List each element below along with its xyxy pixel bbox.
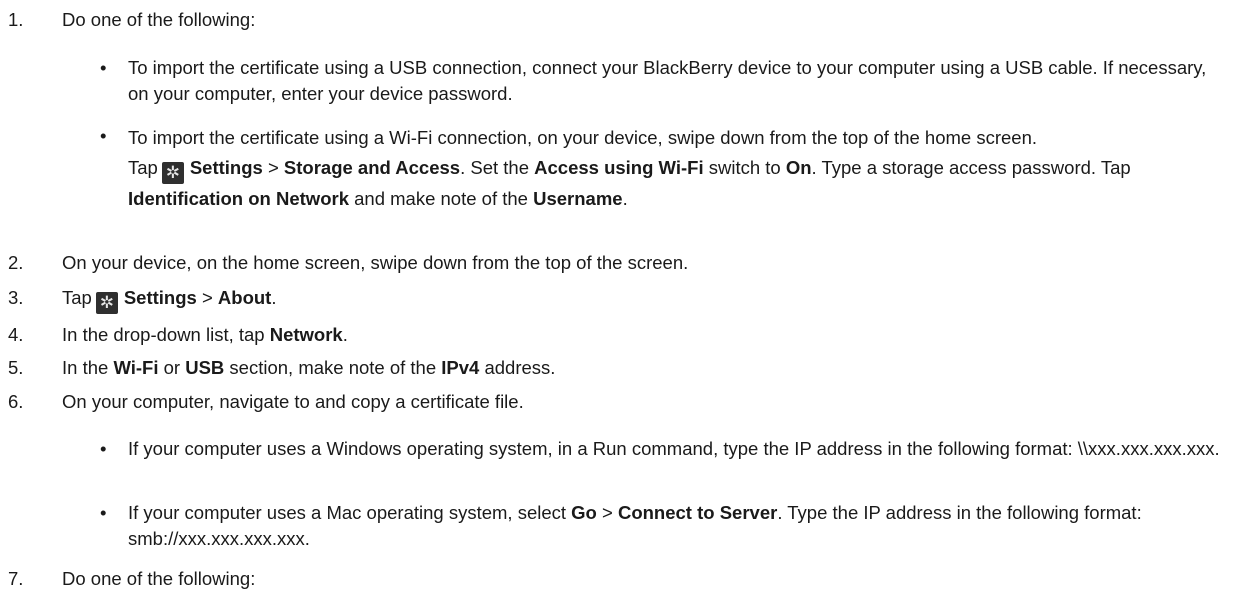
text-tap: Tap — [62, 287, 92, 308]
about-label: About — [217, 287, 272, 308]
go-label: Go — [571, 502, 597, 523]
step-number: 4. — [8, 324, 24, 345]
step-text: In the drop-down list, tap Network. — [62, 322, 348, 348]
ipv4-label: IPv4 — [441, 357, 480, 378]
period: . — [622, 188, 628, 209]
text-or: or — [163, 357, 181, 378]
text-dropdown: In the drop-down list, tap — [62, 324, 265, 345]
text-section: section, make note of the — [229, 357, 437, 378]
text-make-note: and make note of the — [354, 188, 528, 209]
step-number: 3. — [8, 287, 24, 308]
username-label: Username — [533, 188, 623, 209]
step-number: 5. — [8, 357, 24, 378]
gear-icon: ✲ — [161, 162, 184, 184]
storage-access-label: Storage and Access — [283, 157, 461, 178]
bullet-text: If your computer uses a Windows operatin… — [128, 438, 1220, 459]
text-tap: Tap — [128, 157, 158, 178]
settings-label: Settings — [123, 287, 197, 308]
path-separator: > — [267, 157, 279, 178]
step-text: In the Wi-Fi or USB section, make note o… — [62, 355, 555, 381]
period: . — [342, 324, 348, 345]
network-label: Network — [269, 324, 343, 345]
bullet-line: To import the certificate using a Wi-Fi … — [128, 127, 1037, 148]
bullet-text: To import the certificate using a Wi-Fi … — [128, 123, 1228, 214]
instruction-document: 1. Do one of the following: • To import … — [0, 0, 1254, 590]
step-number: 6. — [8, 391, 24, 412]
text-in-the: In the — [62, 357, 109, 378]
gear-icon: ✲ — [95, 292, 118, 314]
bullet-marker: • — [100, 502, 107, 523]
step-number: 1. — [8, 9, 24, 30]
bullet-marker: • — [100, 125, 107, 146]
text-switch-to: switch to — [708, 157, 781, 178]
text-address: address. — [484, 357, 556, 378]
step-text: On your device, on the home screen, swip… — [62, 252, 689, 273]
bullet-text: To import the certificate using a USB co… — [128, 57, 1207, 104]
wifi-label: Wi-Fi — [113, 357, 159, 378]
bullet-marker: • — [100, 57, 107, 78]
connect-to-server-label: Connect to Server — [617, 502, 778, 523]
bullet-marker: • — [100, 438, 107, 459]
settings-label: Settings — [189, 157, 263, 178]
access-wifi-label: Access using Wi-Fi — [534, 157, 704, 178]
text-mac-pre: If your computer uses a Mac operating sy… — [128, 502, 567, 523]
step-text: Do one of the following: — [62, 9, 256, 30]
usb-label: USB — [185, 357, 225, 378]
step-number: 7. — [8, 568, 24, 589]
on-label: On — [785, 157, 812, 178]
bullet-text: If your computer uses a Mac operating sy… — [128, 500, 1228, 552]
text-set-the: . Set the — [460, 157, 529, 178]
text-type-password: . Type a storage access password. Tap — [811, 157, 1131, 178]
period: . — [271, 287, 277, 308]
path-separator: > — [602, 502, 613, 523]
step-number: 2. — [8, 252, 24, 273]
step-text: Tap ✲ Settings > About. — [62, 285, 276, 314]
path-separator: > — [201, 287, 213, 308]
identification-label: Identification on Network — [128, 188, 349, 209]
step-text: Do one of the following: — [62, 568, 256, 589]
step-text: On your computer, navigate to and copy a… — [62, 391, 524, 412]
